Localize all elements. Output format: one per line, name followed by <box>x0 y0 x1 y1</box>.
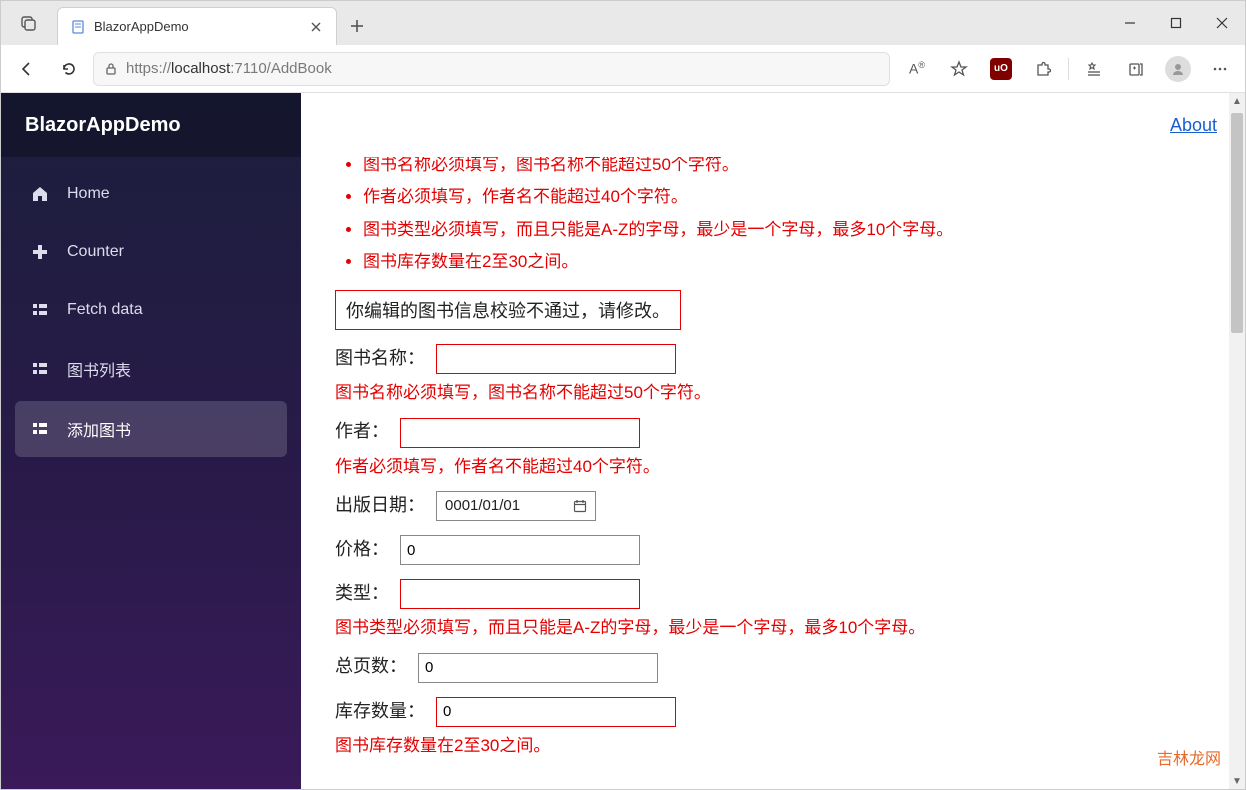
text-size-icon: A® <box>909 60 925 77</box>
home-icon <box>29 183 51 205</box>
browser-tab[interactable]: BlazorAppDemo <box>57 7 337 45</box>
sidebar-item-counter[interactable]: Counter <box>15 225 287 279</box>
favorite-button[interactable] <box>942 52 976 86</box>
close-icon <box>1216 17 1228 29</box>
validation-item: 图书库存数量在2至30之间。 <box>363 246 1211 278</box>
watermark-text: 吉林龙网 <box>1157 745 1221 769</box>
brand-title: BlazorAppDemo <box>1 93 301 157</box>
about-link[interactable]: About <box>1170 115 1217 136</box>
date-value: 0001/01/01 <box>445 497 520 514</box>
window-minimize-button[interactable] <box>1107 1 1153 45</box>
list-icon <box>29 418 51 440</box>
sidebar-item-label: 添加图书 <box>67 417 131 441</box>
sidebar-item-fetchdata[interactable]: Fetch data <box>15 283 287 337</box>
calendar-icon[interactable] <box>573 499 587 513</box>
validation-item: 作者必须填写，作者名不能超过40个字符。 <box>363 181 1211 213</box>
collections-icon <box>1127 60 1145 78</box>
ublock-button[interactable]: uO <box>984 52 1018 86</box>
type-input[interactable] <box>400 579 640 609</box>
field-label: 作者： <box>335 421 389 441</box>
validation-item: 图书类型必须填写，而且只能是A-Z的字母，最少是一个字母，最多10个字母。 <box>363 214 1211 246</box>
field-label: 价格： <box>335 539 389 559</box>
profile-button[interactable] <box>1161 52 1195 86</box>
pubdate-input[interactable]: 0001/01/01 <box>436 491 596 521</box>
author-input[interactable] <box>400 418 640 448</box>
tab-close-button[interactable] <box>308 19 324 35</box>
minimize-icon <box>1124 17 1136 29</box>
field-error: 作者必须填写，作者名不能超过40个字符。 <box>335 452 1211 477</box>
field-price: 价格： <box>335 535 1211 565</box>
field-pages: 总页数： <box>335 652 1211 682</box>
close-icon <box>311 22 321 32</box>
sidebar: BlazorAppDemo Home Counter Fetch data 图书… <box>1 93 301 789</box>
puzzle-icon <box>1034 60 1052 78</box>
pages-input[interactable] <box>418 653 658 683</box>
sidebar-item-label: Fetch data <box>67 301 143 319</box>
page-topbar: About <box>301 93 1245 157</box>
lock-icon <box>104 62 118 76</box>
sidebar-item-home[interactable]: Home <box>15 167 287 221</box>
window-maximize-button[interactable] <box>1153 1 1199 45</box>
name-input[interactable] <box>436 344 676 374</box>
field-label: 库存数量： <box>335 701 425 721</box>
validation-item: 图书名称必须填写，图书名称不能超过50个字符。 <box>363 157 1211 181</box>
validation-summary: 图书名称必须填写，图书名称不能超过50个字符。 作者必须填写，作者名不能超过40… <box>335 157 1211 278</box>
favorites-bar-button[interactable] <box>1077 52 1111 86</box>
sidebar-item-label: Home <box>67 185 110 203</box>
url-input[interactable]: https://localhost:7110/AddBook <box>93 52 890 86</box>
field-error: 图书类型必须填写，而且只能是A-Z的字母，最少是一个字母，最多10个字母。 <box>335 613 1211 638</box>
shield-icon: uO <box>990 58 1012 80</box>
field-author: 作者： 作者必须填写，作者名不能超过40个字符。 <box>335 417 1211 476</box>
maximize-icon <box>1170 17 1182 29</box>
window-close-button[interactable] <box>1199 1 1245 45</box>
tab-favicon <box>70 19 86 35</box>
scroll-up-button[interactable]: ▲ <box>1229 93 1245 109</box>
tab-title: BlazorAppDemo <box>94 19 300 34</box>
field-label: 类型： <box>335 583 389 603</box>
plus-icon <box>350 19 364 33</box>
sidebar-item-label: 图书列表 <box>67 357 131 381</box>
scroll-down-button[interactable]: ▼ <box>1229 773 1245 789</box>
field-name: 图书名称： 图书名称必须填写，图书名称不能超过50个字符。 <box>335 344 1211 403</box>
field-pubdate: 出版日期： 0001/01/01 <box>335 491 1211 521</box>
toolbar-divider <box>1068 58 1069 80</box>
arrow-left-icon <box>18 60 36 78</box>
vertical-scrollbar[interactable]: ▲ ▼ <box>1229 93 1245 789</box>
plus-icon <box>29 241 51 263</box>
list-icon <box>29 299 51 321</box>
read-aloud-button[interactable]: A® <box>900 52 934 86</box>
field-label: 出版日期： <box>335 495 425 515</box>
sidebar-item-addbook[interactable]: 添加图书 <box>15 401 287 457</box>
field-label: 图书名称： <box>335 348 425 368</box>
collections-button[interactable] <box>1119 52 1153 86</box>
field-label: 总页数： <box>335 656 407 676</box>
menu-button[interactable] <box>1203 52 1237 86</box>
avatar-icon <box>1165 56 1191 82</box>
address-bar: https://localhost:7110/AddBook A® uO <box>1 45 1245 93</box>
more-icon <box>1211 60 1229 78</box>
field-stock: 库存数量： 图书库存数量在2至30之间。 <box>335 697 1211 756</box>
list-icon <box>29 358 51 380</box>
sidebar-item-label: Counter <box>67 243 124 261</box>
scroll-thumb[interactable] <box>1231 113 1243 333</box>
star-icon <box>950 60 968 78</box>
stock-input[interactable] <box>436 697 676 727</box>
tabs-menu-button[interactable] <box>1 1 57 45</box>
window-titlebar: BlazorAppDemo <box>1 1 1245 45</box>
extensions-button[interactable] <box>1026 52 1060 86</box>
page-body: 图书名称必须填写，图书名称不能超过50个字符。 作者必须填写，作者名不能超过40… <box>301 157 1245 789</box>
price-input[interactable] <box>400 535 640 565</box>
sidebar-item-booklist[interactable]: 图书列表 <box>15 341 287 397</box>
field-error: 图书名称必须填写，图书名称不能超过50个字符。 <box>335 378 1211 403</box>
back-button[interactable] <box>9 51 45 87</box>
new-tab-button[interactable] <box>337 7 377 45</box>
field-type: 类型： 图书类型必须填写，而且只能是A-Z的字母，最少是一个字母，最多10个字母… <box>335 579 1211 638</box>
url-text: https://localhost:7110/AddBook <box>126 60 332 77</box>
tabs-icon <box>21 15 37 31</box>
field-error: 图书库存数量在2至30之间。 <box>335 731 1211 756</box>
validation-alert: 你编辑的图书信息校验不通过，请修改。 <box>335 290 681 330</box>
star-list-icon <box>1085 60 1103 78</box>
refresh-icon <box>60 60 78 78</box>
refresh-button[interactable] <box>51 51 87 87</box>
